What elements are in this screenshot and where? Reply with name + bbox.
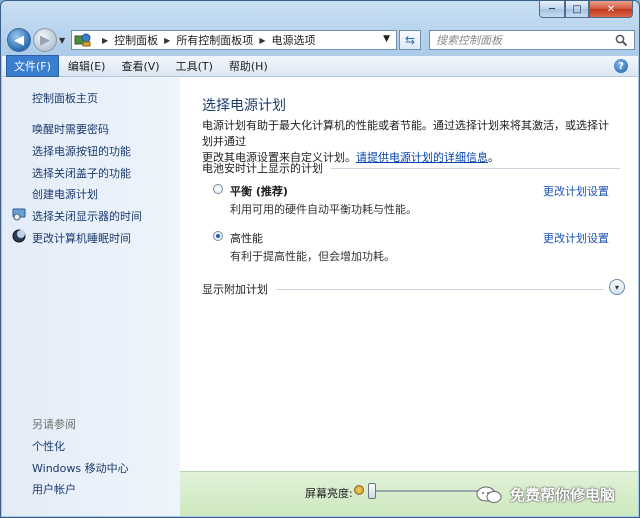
breadcrumb-separator-icon: ▶ [102,35,109,45]
brightness-slider-track[interactable] [372,490,482,492]
back-arrow-icon: ◀ [14,32,24,48]
see-also-personalization[interactable]: 个性化 [32,438,65,454]
plan-high-performance-radio[interactable] [213,231,223,241]
control-panel-window: ─ □ ✕ ◀ ▶ ▼ ▶ 控制面板 ▶ 所有控制面板项 ▶ 电源选项 ▼ ⇆ … [0,0,640,518]
back-button[interactable]: ◀ [7,28,31,52]
recent-pages-dropdown-icon[interactable]: ▼ [59,36,65,45]
control-panel-icon [74,33,91,47]
menu-file[interactable]: 文件(F) [6,55,59,77]
more-plans-label[interactable]: 显示附加计划 [202,281,268,297]
plan-balanced-desc: 利用可用的硬件自动平衡功耗与性能。 [230,203,417,216]
plan-balanced-change-link[interactable]: 更改计划设置 [543,183,609,199]
watermark-text: 免费帮你修电脑 [510,486,616,504]
breadcrumb-separator-icon[interactable]: ▶ [259,36,265,45]
sidebar-create-plan[interactable]: 创建电源计划 [32,186,98,202]
page-title: 选择电源计划 [202,98,286,114]
wechat-icon [476,486,502,503]
maximize-button[interactable]: □ [565,1,589,18]
menu-view[interactable]: 查看(V) [114,56,166,76]
plans-group-label: 电池安时计上显示的计划 [202,162,323,175]
breadcrumb-control-panel[interactable]: 控制面板 [114,32,158,48]
description-line-1: 电源计划有助于最大化计算机的性能或者节能。通过选择计划来将其激活，或选择计划并通… [202,119,609,148]
chevron-down-icon: ▾ [614,282,619,292]
expand-more-plans-button[interactable]: ▾ [609,279,625,295]
address-dropdown-icon[interactable]: ▼ [383,34,390,44]
see-also-mobility-center[interactable]: Windows 移动中心 [32,460,129,476]
more-plans-header[interactable]: 显示附加计划 [202,281,604,297]
sleep-moon-icon [12,229,26,243]
plan-balanced-name[interactable]: 平衡 (推荐) [230,183,288,199]
sidebar-lid-close[interactable]: 选择关闭盖子的功能 [32,165,131,181]
group-divider [331,167,620,169]
brightness-bar: 屏幕亮度: 免费帮你修电脑 [180,471,638,516]
close-button[interactable]: ✕ [589,1,633,18]
breadcrumb-all-items[interactable]: 所有控制面板项 [176,32,253,48]
sidebar-power-button[interactable]: 选择电源按钮的功能 [32,143,131,159]
address-row: ◀ ▶ ▼ ▶ 控制面板 ▶ 所有控制面板项 ▶ 电源选项 ▼ ⇆ 搜索控制面板 [7,27,635,53]
sidebar-require-password[interactable]: 唤醒时需要密码 [32,121,109,137]
search-input[interactable]: 搜索控制面板 [429,30,635,50]
caption-buttons: ─ □ ✕ [539,1,633,18]
refresh-button[interactable]: ⇆ [399,30,421,50]
plan-balanced-radio[interactable] [213,184,223,194]
page-description: 电源计划有助于最大化计算机的性能或者节能。通过选择计划来将其激活，或选择计划并通… [202,118,616,166]
brightness-slider-thumb[interactable] [368,483,376,499]
plan-high-performance-change-link[interactable]: 更改计划设置 [543,230,609,246]
plan-high-performance-desc: 有利于提高性能，但会增加功耗。 [230,250,395,263]
minimize-button[interactable]: ─ [539,1,565,18]
refresh-icon: ⇆ [404,33,416,47]
plans-group-header: 电池安时计上显示的计划 [202,160,620,176]
main-panel: 选择电源计划 电源计划有助于最大化计算机的性能或者节能。通过选择计划来将其激活，… [180,77,638,516]
breadcrumb: ▶ 控制面板 ▶ 所有控制面板项 ▶ 电源选项 [96,32,315,48]
breadcrumb-power-options[interactable]: 电源选项 [271,32,315,48]
more-plans-divider [276,288,604,290]
menu-tools[interactable]: 工具(T) [169,56,220,76]
brightness-dim-icon [354,485,364,495]
brightness-label: 屏幕亮度: [305,487,353,500]
search-icon[interactable] [615,34,628,47]
see-also-heading: 另请参阅 [32,418,76,431]
address-bar[interactable]: ▶ 控制面板 ▶ 所有控制面板项 ▶ 电源选项 ▼ [71,30,397,50]
menu-help[interactable]: 帮助(H) [222,56,275,76]
forward-arrow-icon: ▶ [40,32,50,48]
display-off-icon [12,208,26,221]
watermark: 免费帮你修电脑 [476,484,615,505]
sidebar-control-panel-home[interactable]: 控制面板主页 [32,90,98,106]
breadcrumb-separator-icon[interactable]: ▶ [164,36,170,45]
content-area: 控制面板主页 唤醒时需要密码 选择电源按钮的功能 选择关闭盖子的功能 创建电源计… [2,77,638,516]
sidebar: 控制面板主页 唤醒时需要密码 选择电源按钮的功能 选择关闭盖子的功能 创建电源计… [2,77,180,516]
sidebar-display-off-time[interactable]: 选择关闭显示器的时间 [32,208,142,224]
search-placeholder: 搜索控制面板 [436,34,502,47]
menu-bar: 文件(F) 编辑(E) 查看(V) 工具(T) 帮助(H) ? [2,55,638,77]
help-icon[interactable]: ? [614,59,628,73]
see-also-user-accounts[interactable]: 用户帐户 [32,481,76,497]
plan-high-performance-name[interactable]: 高性能 [230,230,263,246]
menu-edit[interactable]: 编辑(E) [61,56,113,76]
forward-button[interactable]: ▶ [33,28,57,52]
sidebar-sleep-time[interactable]: 更改计算机睡眠时间 [32,230,131,246]
